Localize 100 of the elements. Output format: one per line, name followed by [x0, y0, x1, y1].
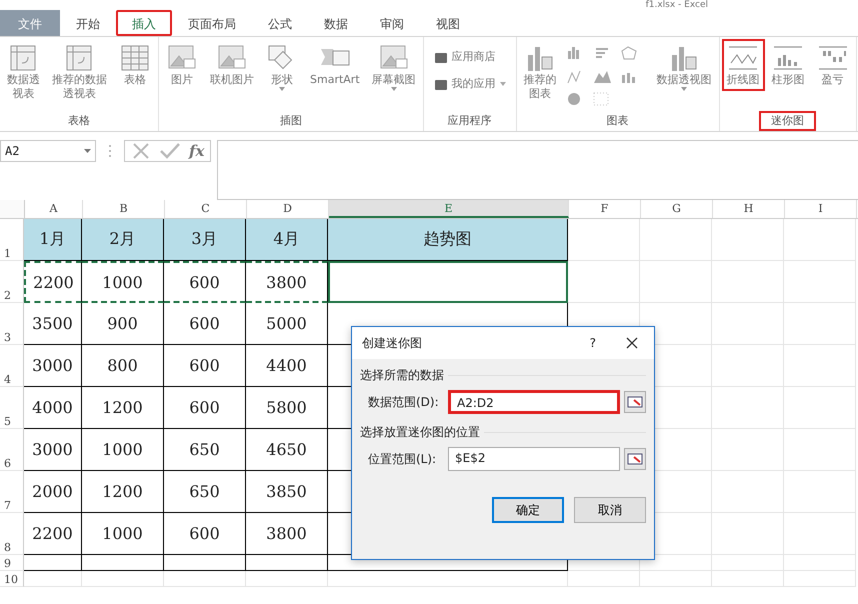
table-cell: 3850	[246, 471, 328, 513]
close-icon[interactable]	[626, 337, 638, 349]
window-title: f1.xlsx - Excel	[646, 0, 708, 10]
row-header[interactable]: 9	[0, 555, 24, 571]
table-cell: 3000	[24, 429, 82, 471]
field-label: 数据范围(D):	[368, 394, 440, 410]
table-cell: 800	[82, 345, 164, 387]
table-cell: 趋势图	[328, 219, 568, 261]
table-cell: 1000	[82, 429, 164, 471]
row-header[interactable]: 2	[0, 261, 24, 303]
table-cell: 900	[82, 303, 164, 345]
table-cell: 1200	[82, 471, 164, 513]
ribbon-button[interactable]: 我的应用	[426, 72, 514, 95]
row-header[interactable]: 4	[0, 345, 24, 387]
ribbon-button[interactable]: 推荐的数据透视表	[47, 39, 112, 105]
range-picker-icon[interactable]	[624, 391, 646, 413]
formula-input[interactable]	[217, 140, 858, 200]
grid-cell	[784, 345, 856, 387]
grid-cell	[712, 387, 784, 429]
range-input-field[interactable]: $E$2	[448, 447, 620, 471]
column-header[interactable]: C	[165, 200, 247, 218]
table-cell: 2200	[24, 513, 82, 555]
grid-cell	[712, 345, 784, 387]
checkmark-icon[interactable]	[159, 141, 181, 161]
grid-cell	[784, 261, 856, 303]
ribbon-button[interactable]: 形状	[261, 39, 303, 95]
table-cell: 2000	[24, 471, 82, 513]
grip-icon	[108, 144, 112, 158]
grid-cell	[712, 429, 784, 471]
ribbon-button[interactable]: 应用商店	[426, 45, 504, 68]
table-cell: 2月	[82, 219, 164, 261]
column-header[interactable]: I	[785, 200, 857, 218]
cancel-button[interactable]: 取消	[574, 497, 646, 523]
ribbon-button[interactable]: SmartArt	[305, 39, 365, 91]
ribbon-tab[interactable]: 审阅	[364, 10, 420, 36]
ribbon-tab[interactable]: 页面布局	[172, 10, 252, 36]
ribbon-button[interactable]: 盈亏	[812, 39, 854, 91]
table-cell: 600	[164, 345, 246, 387]
help-button[interactable]: ?	[590, 336, 596, 350]
column-header[interactable]: A	[25, 200, 83, 218]
table-cell: 1200	[82, 387, 164, 429]
column-header[interactable]: F	[569, 200, 641, 218]
column-header[interactable]: B	[83, 200, 165, 218]
ribbon-tab[interactable]: 开始	[60, 10, 116, 36]
name-box[interactable]: A2	[0, 140, 96, 162]
section-heading: 选择所需的数据	[360, 367, 444, 384]
grid-cell	[712, 303, 784, 345]
dropdown-arrow-icon	[84, 149, 91, 153]
table-cell: 1000	[82, 261, 164, 303]
ribbon-button[interactable]: 联机图片	[205, 39, 259, 91]
ribbon-button[interactable]: 数据透视表	[2, 39, 45, 105]
table-cell: 5000	[246, 303, 328, 345]
ribbon-button[interactable]: 屏幕截图	[366, 39, 421, 95]
insert-function-button[interactable]: fx	[189, 142, 204, 160]
grid-cell	[784, 303, 856, 345]
ribbon-tab[interactable]: 公式	[252, 10, 308, 36]
row-header[interactable]: 6	[0, 429, 24, 471]
range-picker-icon[interactable]	[624, 448, 646, 470]
row-header[interactable]: 5	[0, 387, 24, 429]
cancel-icon[interactable]	[131, 141, 151, 161]
table-cell: 600	[164, 261, 246, 303]
dialog-title: 创建迷你图	[362, 334, 423, 352]
grid-cell	[784, 571, 856, 587]
table-cell: 650	[164, 471, 246, 513]
column-header[interactable]: E	[329, 200, 569, 218]
ribbon-button[interactable]: 图片	[161, 39, 203, 91]
ribbon-button[interactable]: 柱形图	[766, 39, 810, 91]
table-cell: 4400	[246, 345, 328, 387]
ok-button[interactable]: 确定	[492, 497, 564, 523]
ribbon-tab[interactable]: 插入	[116, 10, 172, 36]
ribbon-button[interactable]: 表格	[114, 39, 156, 91]
grid-cell	[640, 261, 712, 303]
ribbon-group-label: 表格	[67, 113, 91, 129]
table-cell: 4650	[246, 429, 328, 471]
ribbon-group-label: 应用程序	[446, 113, 493, 129]
grid-cell	[784, 219, 856, 261]
ribbon-button[interactable]: 推荐的图表	[518, 39, 562, 105]
row-header[interactable]: 3	[0, 303, 24, 345]
select-all-corner[interactable]	[0, 200, 25, 218]
table-cell: 600	[164, 303, 246, 345]
row-header[interactable]: 10	[0, 571, 24, 587]
row-header[interactable]: 8	[0, 513, 24, 555]
column-header[interactable]: G	[641, 200, 713, 218]
grid-cell	[640, 219, 712, 261]
ribbon-group-label: 图表	[606, 113, 630, 129]
ribbon-tab[interactable]: 视图	[420, 10, 476, 36]
range-input-field[interactable]: A2:D2	[448, 390, 620, 414]
ribbon-button[interactable]: 折线图	[722, 39, 765, 91]
ribbon-tab[interactable]: 数据	[308, 10, 364, 36]
column-header[interactable]: H	[713, 200, 785, 218]
ribbon-button[interactable]: 数据透视图	[652, 39, 717, 95]
field-label: 位置范围(L):	[368, 450, 438, 468]
table-cell: 600	[164, 387, 246, 429]
grid-cell	[712, 261, 784, 303]
table-cell: 3月	[164, 219, 246, 261]
row-header[interactable]: 7	[0, 471, 24, 513]
table-cell	[24, 555, 82, 571]
table-cell: 3500	[24, 303, 82, 345]
grid-cell	[784, 471, 856, 513]
grid-cell	[784, 555, 856, 571]
